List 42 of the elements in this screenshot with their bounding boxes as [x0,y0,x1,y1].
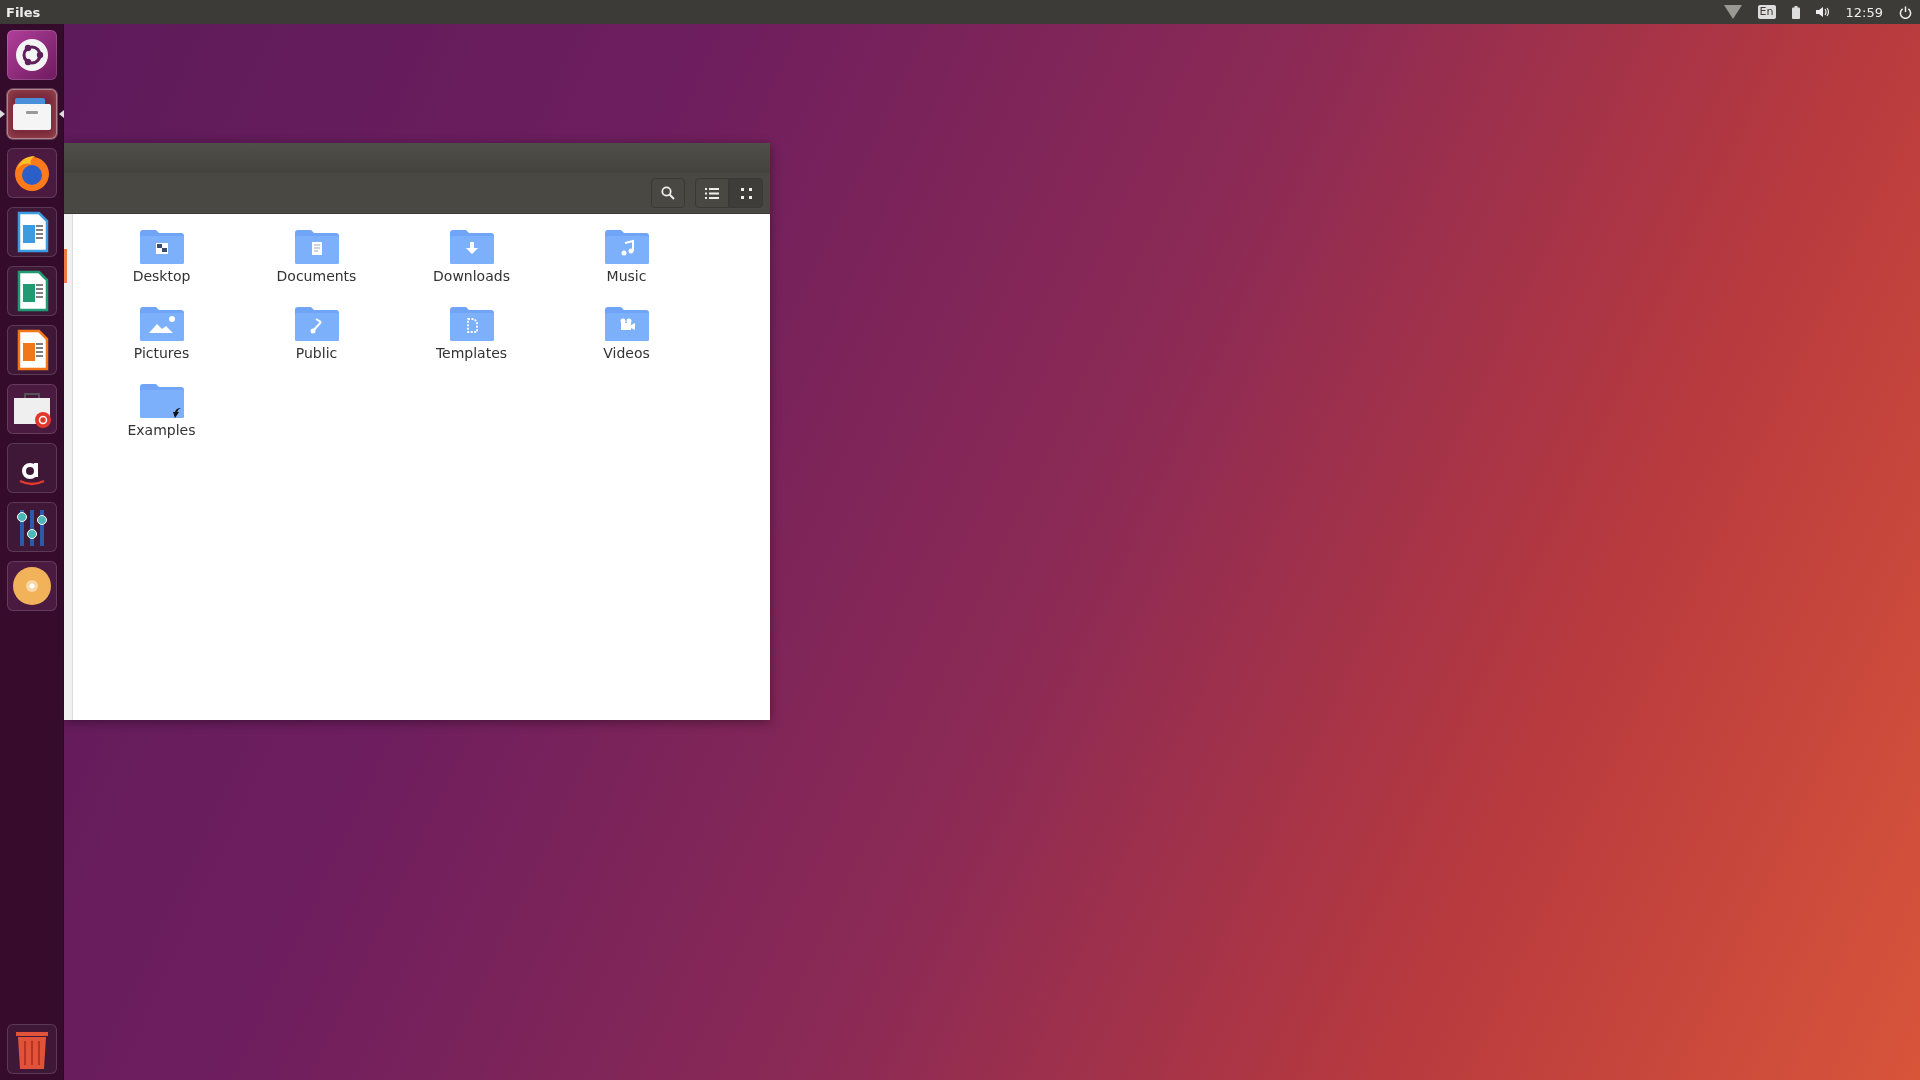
folder-name: Pictures [133,345,190,361]
folder-item[interactable]: Desktop [84,229,239,306]
keyboard-layout-indicator[interactable]: En [1757,5,1776,19]
spreadsheet-icon[interactable] [6,266,57,316]
search-button[interactable] [651,178,685,208]
folder-item[interactable]: Videos [549,306,704,383]
ubuntu-logo-icon[interactable] [6,30,57,80]
letter-a-icon[interactable] [6,443,57,493]
folder-item[interactable]: Pictures [84,306,239,383]
folder-name: Templates [435,345,508,361]
list-view-button[interactable] [695,178,729,208]
presentation-icon[interactable] [6,325,57,375]
folder-name: Music [606,268,647,284]
search-icon [661,186,675,200]
list-icon [705,187,719,199]
folder-item[interactable]: Documents [239,229,394,306]
sliders-icon[interactable] [6,502,57,552]
folder-name: Examples [127,422,196,438]
speaker-icon[interactable] [1815,7,1830,17]
folder-name: Downloads [433,268,510,284]
power-icon[interactable] [1899,5,1912,19]
folder-item[interactable]: Music [549,229,704,306]
wifi-icon[interactable] [1723,5,1742,19]
sidebar-selection-edge [64,249,67,283]
folder-item[interactable]: Templates [394,306,549,383]
document-icon[interactable] [6,207,57,257]
grid-view-button[interactable] [729,178,763,208]
folder-item[interactable]: Downloads [394,229,549,306]
folder-item[interactable]: Examples [84,383,239,460]
file-cabinet-icon[interactable] [6,89,57,139]
folder-name: Desktop [132,268,191,284]
grid-icon [740,187,752,199]
folder-item[interactable]: Public [239,306,394,383]
clock[interactable]: 12:59 [1845,4,1883,20]
trash-icon[interactable] [6,1024,57,1074]
folder-name: Documents [276,268,357,284]
folder-name: Public [295,345,338,361]
folder-name: Videos [603,345,650,361]
shopping-bag-icon[interactable] [6,384,57,434]
battery-icon[interactable] [1791,5,1800,19]
app-menu-title: Files [6,4,41,20]
browser-globe-icon[interactable] [6,148,57,198]
